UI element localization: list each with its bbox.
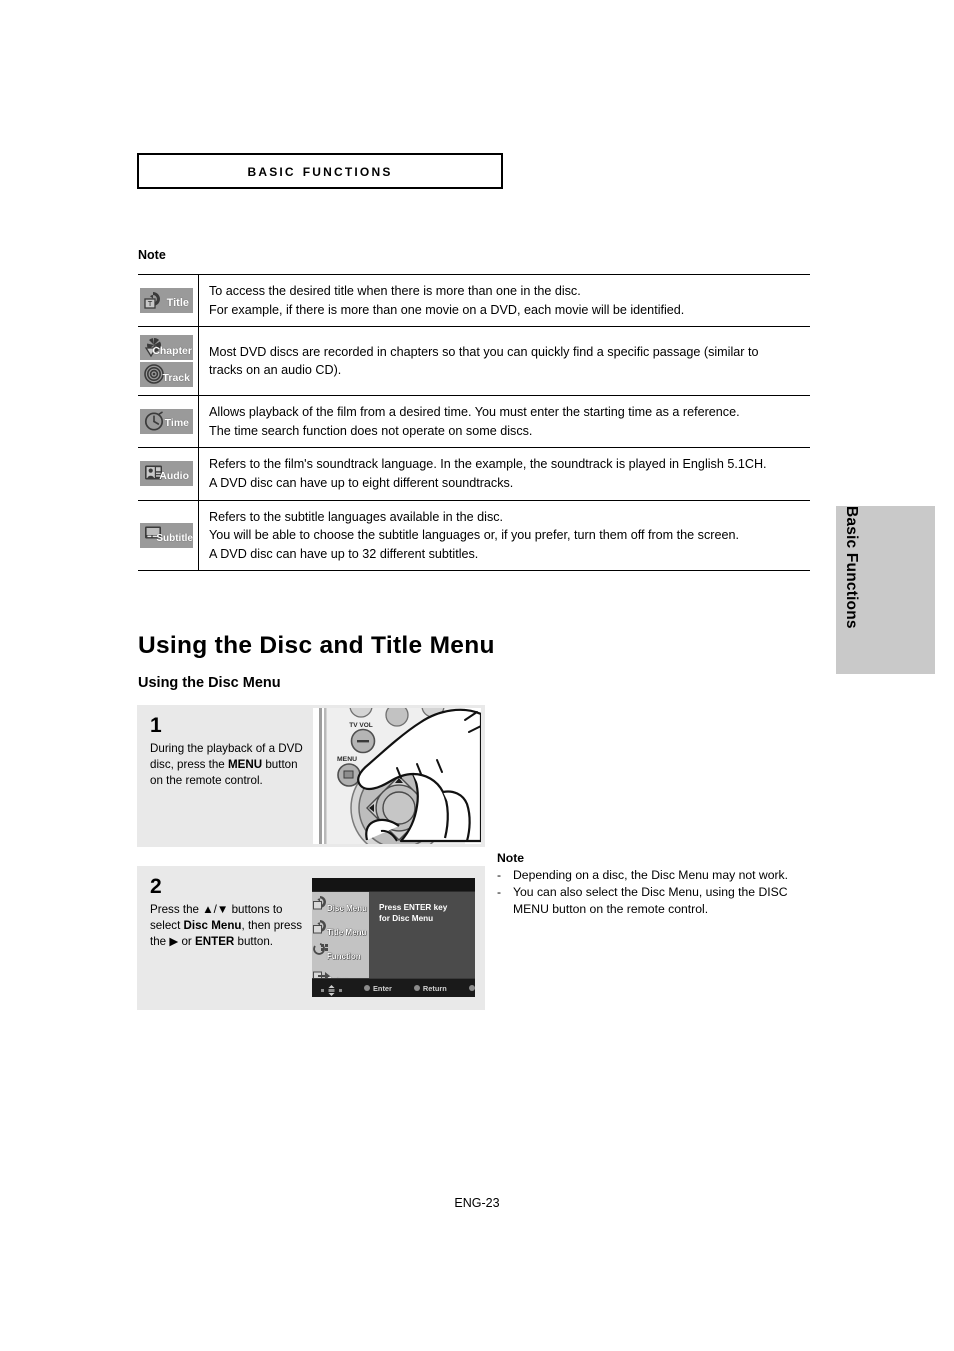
list-bullet: - [497, 868, 502, 882]
side-note-block: Note - Depending on a disc, the Disc Men… [497, 851, 797, 918]
enter-dot-icon [364, 985, 370, 991]
row-line: Refers to the subtitle languages availab… [209, 509, 504, 524]
audio-icon: Audio [140, 461, 193, 487]
osd-menu-item-function[interactable]: Function [312, 940, 369, 964]
step-number: 2 [150, 875, 162, 898]
osd-legend-enter: Enter [364, 984, 392, 993]
osd-menu-item-label: Function [327, 952, 361, 961]
track-icon: Track [140, 362, 193, 388]
table-cell-icons: Chapter Track [138, 326, 199, 397]
row-line: Allows playback of the film from a desir… [209, 405, 740, 420]
row-line: A DVD disc can have up to 32 different s… [209, 546, 479, 561]
side-tab-basic-functions: Basic Functions [836, 506, 935, 674]
step-instruction: Press the ▲/▼ buttons to select Disc Men… [150, 903, 303, 949]
svg-text:T: T [148, 299, 153, 308]
row-line: tracks on an audio CD). [209, 363, 342, 378]
audio-icon-label: Audio [159, 470, 189, 483]
table-row: Subtitle Refers to the subtitle language… [138, 500, 810, 572]
osd-menu-item-disc-menu[interactable]: Disc Menu [312, 892, 369, 916]
osd-menu-item-label: Title Menu [327, 928, 367, 937]
track-icon-label: Track [162, 372, 190, 385]
side-tab-label: Basic Functions [843, 506, 860, 629]
osd-menu-item-title-menu[interactable]: Title Menu [312, 916, 369, 940]
title-icon-label: Title [166, 297, 189, 310]
list-item-text: Depending on a disc, the Disc Menu may n… [513, 868, 789, 882]
table-cell-icons: T Title [138, 273, 199, 328]
chapter-icon-label: Chapter [152, 345, 192, 358]
table-cell-icons: Audio [138, 447, 199, 501]
svg-text:MENU: MENU [337, 756, 357, 763]
row-line: The time search function does not operat… [209, 423, 533, 438]
svg-text:TV VOL: TV VOL [349, 722, 373, 729]
row-line: Refers to the film's soundtrack language… [209, 457, 767, 472]
return-dot-icon [413, 985, 420, 991]
table-cell-icons: Subtitle [138, 500, 199, 572]
osd-content-pane: Press ENTER key for Disc Menu [369, 892, 475, 979]
table-row: Chapter Track Most DVD discs are recorde… [138, 326, 810, 397]
table-cell-text: Refers to the subtitle languages availab… [198, 500, 810, 572]
table-cell-text: Most DVD discs are recorded in chapters … [198, 326, 810, 397]
title-glyph: T [144, 290, 166, 315]
title-icon: T Title [140, 288, 193, 315]
list-item: - You can also select the Disc Menu, usi… [497, 884, 797, 917]
row-line: To access the desired title when there i… [209, 284, 581, 298]
row-line: You will be able to choose the subtitle … [209, 528, 739, 543]
osd-hint-text: Press ENTER key for Disc Menu [379, 903, 448, 923]
subtitle-icon-label: Subtitle [156, 532, 193, 544]
side-note-title: Note [497, 851, 525, 865]
chapter-banner: Basic Functions [137, 153, 503, 189]
osd-legend-label: Enter [373, 983, 392, 993]
table-cell-text: Allows playback of the film from a desir… [198, 395, 810, 449]
list-item: - Depending on a disc, the Disc Menu may… [497, 867, 797, 883]
table-row: Audio Refers to the film's soundtrack la… [138, 447, 810, 501]
list-item-text: You can also select the Disc Menu, using… [513, 885, 788, 916]
step-panel-1: 1 During the playback of a DVD disc, pre… [137, 705, 485, 847]
osd-dpad-icon [321, 983, 343, 997]
subtitle-icon: Subtitle [140, 522, 193, 548]
time-icon: Time [140, 409, 193, 437]
row-line: For example, if there is more than one m… [209, 302, 685, 317]
feature-icon-table: T Title To access the desired title when… [138, 273, 810, 572]
time-icon-label: Time [164, 417, 189, 430]
osd-menu-item-label: Disc Menu [327, 904, 368, 913]
osd-screen-illustration: Disc Menu Title Menu Function Press ENTE… [312, 878, 475, 997]
step-panel-2: 2 Press the ▲/▼ buttons to select Disc M… [137, 866, 485, 1010]
page-title: Using the Disc and Title Menu [138, 632, 495, 659]
osd-legend-label: Return [422, 983, 447, 993]
osd-legend-menu: Menu [468, 984, 475, 993]
step-number: 1 [150, 714, 162, 737]
row-line: A DVD disc can have up to eight differen… [209, 475, 514, 490]
section-subtitle: Using the Disc Menu [138, 675, 281, 691]
list-bullet: - [497, 885, 502, 900]
table-row: T Title To access the desired title when… [138, 273, 810, 328]
row-line: Most DVD discs are recorded in chapters … [209, 344, 759, 359]
page-footer: ENG-23 [454, 1196, 500, 1210]
side-note-list: - Depending on a disc, the Disc Menu may… [497, 867, 797, 917]
chapter-icon: Chapter [140, 335, 193, 361]
chapter-banner-title: Basic Functions [247, 161, 393, 180]
table-row: Time Allows playback of the film from a … [138, 395, 810, 449]
osd-menu-list: Disc Menu Title Menu Function [312, 892, 369, 985]
osd-legend-return: Return [413, 983, 447, 993]
osd-bottom-bar: Enter Return Menu [312, 978, 475, 997]
table-cell-icons: Time [138, 395, 199, 449]
table-cell-text: To access the desired title when there i… [198, 273, 810, 328]
step-instruction: During the playback of a DVD disc, press… [150, 742, 303, 788]
table-cell-text: Refers to the film's soundtrack language… [198, 447, 810, 501]
menu-dot-icon [468, 985, 475, 991]
osd-top-bar [312, 878, 475, 892]
remote-control-illustration: TV VOL TV CH MENU [313, 708, 481, 844]
time-glyph [144, 411, 165, 437]
note-table-label: Note [138, 248, 166, 262]
